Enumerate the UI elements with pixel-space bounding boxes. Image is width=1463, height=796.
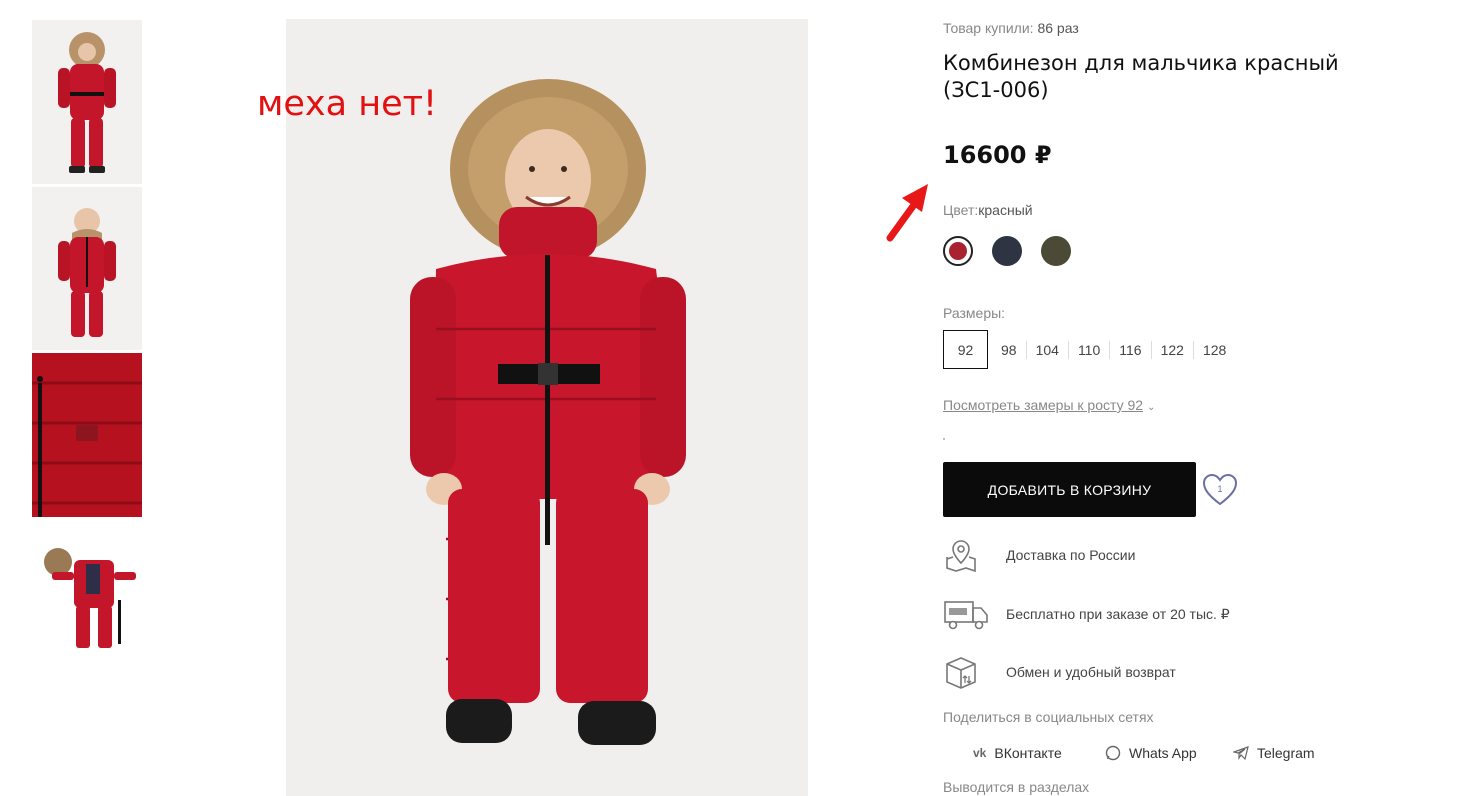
size-selector: 92 98 104 110 116 122 128 (943, 330, 1235, 369)
thumbnail-flat-lay[interactable] (32, 520, 142, 684)
heart-icon: 1 (1202, 473, 1238, 506)
share-whatsapp-label: Whats App (1129, 745, 1197, 761)
share-vk-label: ВКонтакте (994, 745, 1062, 761)
measure-link[interactable]: Посмотреть замеры к росту 92 ⌄ (943, 397, 1155, 413)
size-option[interactable]: 98 (992, 341, 1026, 359)
color-label-text: Цвет: (943, 202, 979, 218)
annotation-arrow (886, 184, 928, 242)
box-return-icon (946, 657, 976, 689)
share-label: Поделиться в социальных сетях (943, 709, 1154, 725)
product-title: Комбинезон для мальчика красный (ЗС1-006… (943, 51, 1339, 102)
size-option[interactable]: 128 (1192, 340, 1235, 359)
separator-dot (943, 438, 945, 440)
size-option[interactable]: 116 (1109, 340, 1150, 359)
truck-free-icon (944, 601, 988, 630)
wishlist-button[interactable]: 1 (1202, 473, 1238, 512)
main-product-photo[interactable] (286, 19, 808, 796)
thumbnail-front-open[interactable] (32, 187, 142, 350)
whatsapp-icon (1105, 745, 1121, 761)
purchase-counter: Товар купили: 86 раз (943, 20, 1079, 36)
purchased-label: Товар купили: (943, 20, 1034, 36)
share-vk[interactable]: vk ВКонтакте (973, 745, 1062, 761)
share-whatsapp[interactable]: Whats App (1105, 745, 1197, 761)
thumbnail-front-hood[interactable] (32, 20, 142, 184)
sizes-label: Размеры: (943, 305, 1006, 321)
telegram-icon (1233, 746, 1249, 761)
feature-text: Обмен и удобный возврат (1006, 664, 1176, 680)
add-to-cart-button[interactable]: ДОБАВИТЬ В КОРЗИНУ (943, 462, 1196, 517)
annotation-text: меха нет! (257, 84, 438, 124)
feature-text: Бесплатно при заказе от 20 тыс. ₽ (1006, 605, 1230, 622)
wishlist-count: 1 (1217, 484, 1222, 494)
map-pin-icon (946, 540, 976, 573)
chevron-down-icon: ⌄ (1147, 402, 1156, 413)
feature-text: Доставка по России (1006, 547, 1136, 563)
share-telegram-label: Telegram (1257, 745, 1315, 761)
feature-delivery: Доставка по России (943, 537, 1135, 573)
feature-returns: Обмен и удобный возврат (943, 654, 1176, 690)
size-option[interactable]: 110 (1067, 340, 1109, 359)
size-option[interactable]: 104 (1025, 340, 1068, 359)
color-swatch-red[interactable] (943, 236, 973, 266)
color-swatch-navy[interactable] (992, 236, 1022, 266)
feature-free-shipping: Бесплатно при заказе от 20 тыс. ₽ (943, 596, 1230, 632)
thumbnail-fabric-detail[interactable] (32, 353, 142, 517)
size-option[interactable]: 122 (1150, 340, 1193, 359)
color-swatches (943, 236, 1090, 266)
color-swatch-olive[interactable] (1041, 236, 1071, 266)
purchased-count: 86 раз (1037, 20, 1079, 36)
measure-link-text: Посмотреть замеры к росту 92 (943, 397, 1144, 413)
color-value: красный (978, 202, 1033, 218)
vk-icon: vk (973, 746, 987, 760)
product-price: 16600 ₽ (943, 141, 1052, 169)
size-option-selected[interactable]: 92 (943, 330, 988, 369)
color-label: Цвет:красный (943, 202, 1033, 218)
sections-label: Выводится в разделах (943, 779, 1090, 795)
share-telegram[interactable]: Telegram (1233, 745, 1315, 761)
